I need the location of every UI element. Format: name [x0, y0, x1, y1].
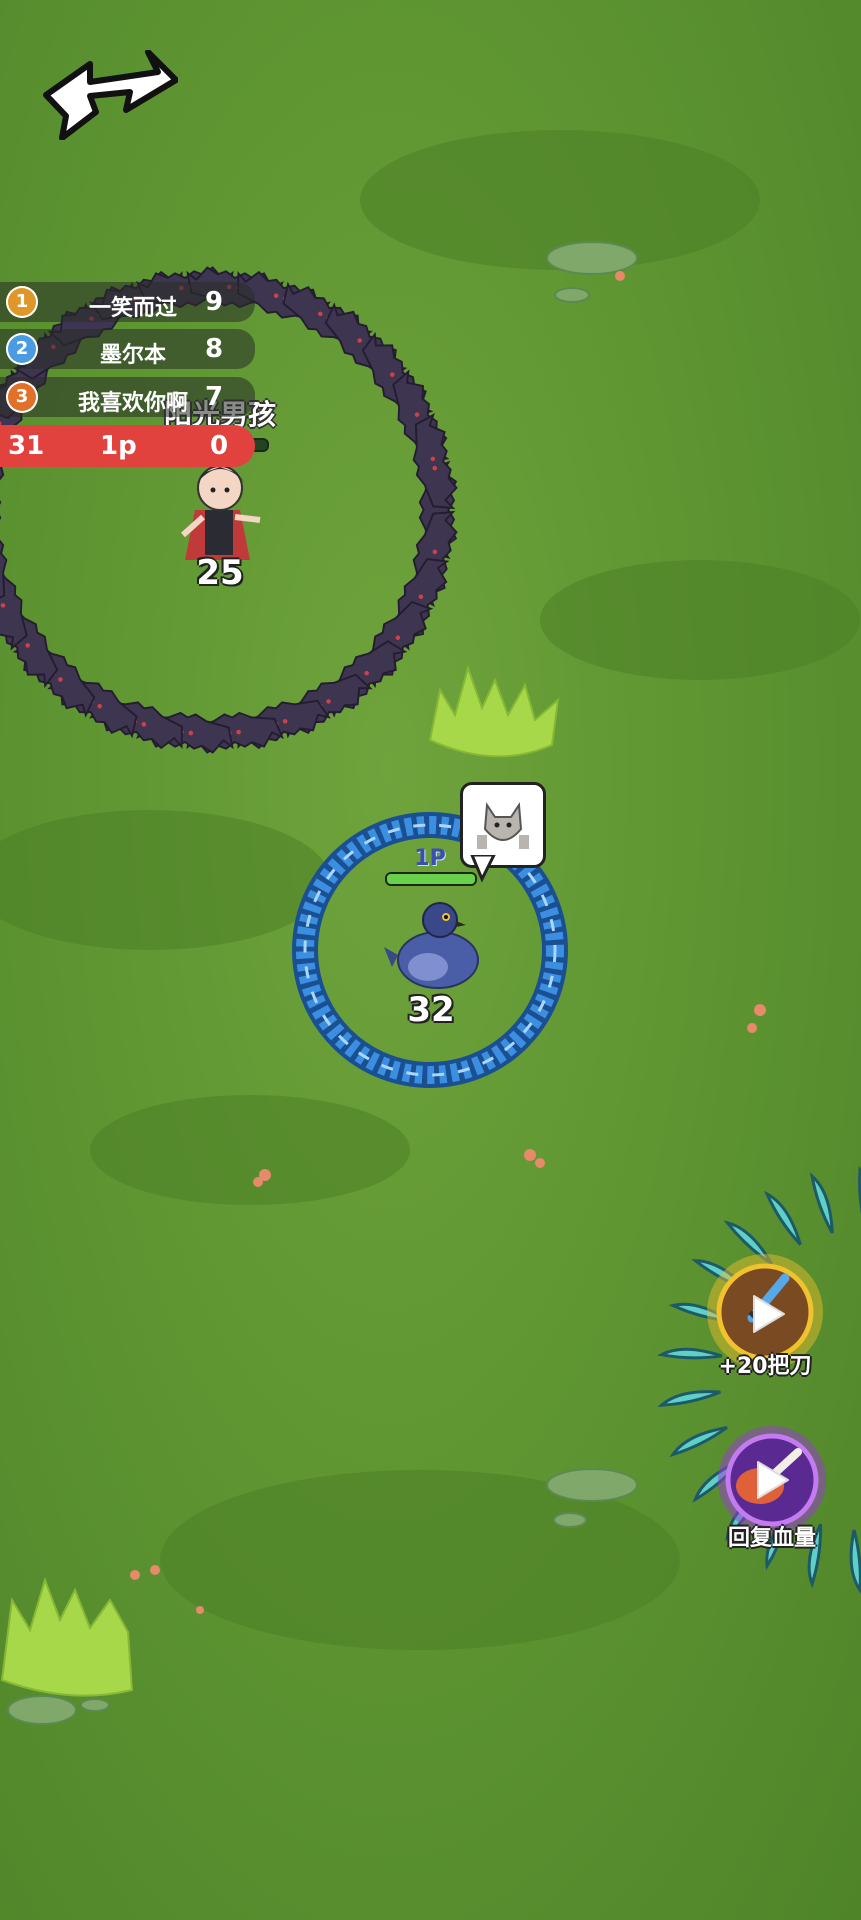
- score-left: 31: [8, 431, 45, 461]
- leaderboard-score: 7: [205, 382, 224, 412]
- score-bar: 31 1p 0: [0, 425, 255, 467]
- restore-health-label: 回复血量: [727, 1526, 817, 1551]
- leaderboard-name: 一笑而过: [88, 296, 177, 321]
- silver-medal-icon: 2: [6, 333, 38, 365]
- score-right: 0: [210, 431, 229, 461]
- player-tag: 1P: [414, 846, 446, 871]
- leaderboard-name: 墨尔本: [99, 343, 166, 368]
- add-swords-button[interactable]: +20把刀: [700, 1250, 830, 1380]
- score-middle: 1p: [100, 431, 137, 461]
- leaderboard-row: 2 墨尔本 8: [0, 329, 255, 369]
- add-swords-label: +20把刀: [718, 1354, 812, 1379]
- player-health-fill: [387, 874, 475, 884]
- restore-health-button[interactable]: 回复血量: [712, 1420, 832, 1560]
- enemy-count: 25: [196, 553, 244, 593]
- leaderboard-row: 3 我喜欢你啊 7: [0, 377, 255, 417]
- player-count: 32: [407, 990, 455, 1030]
- play-icon: [757, 1461, 789, 1499]
- leaderboard-name: 我喜欢你啊: [77, 391, 188, 416]
- blade-icon: [809, 1172, 834, 1234]
- leaderboard-score: 9: [205, 287, 224, 317]
- blade-icon: [657, 1390, 721, 1408]
- enemy-character[interactable]: [175, 455, 275, 565]
- gold-medal-icon: 1: [6, 286, 38, 318]
- blade-icon: [849, 1529, 861, 1595]
- game-field[interactable]: 阳光男孩 25 1P 32: [0, 0, 861, 1920]
- blade-icon: [764, 1190, 802, 1246]
- play-icon: [753, 1295, 785, 1333]
- back-button[interactable]: [38, 50, 178, 140]
- cat-emote-icon: [477, 802, 529, 849]
- player-pigeon[interactable]: [380, 895, 490, 995]
- leaderboard-row: 1 一笑而过 9: [0, 282, 255, 322]
- swap-arrow-icon: [43, 50, 178, 140]
- leaderboard-score: 8: [205, 334, 224, 364]
- bronze-medal-icon: 3: [6, 381, 38, 413]
- player-health-bar: [385, 872, 477, 886]
